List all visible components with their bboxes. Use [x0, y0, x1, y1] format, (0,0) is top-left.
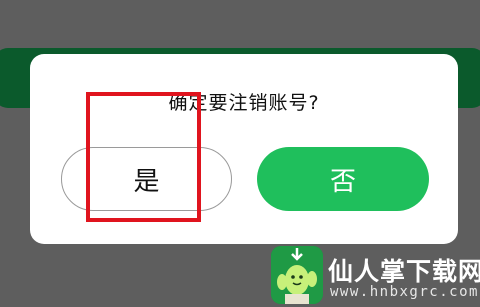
watermark: 仙人掌下载网 www.hnbxgrc.com [268, 246, 480, 307]
no-button[interactable]: 否 [257, 147, 429, 211]
confirm-dialog: 确定要注销账号? 是 否 [30, 54, 458, 244]
dialog-question: 确定要注销账号? [168, 92, 320, 114]
watermark-title: 仙人掌下载网 [328, 257, 480, 286]
yes-button[interactable]: 是 [61, 147, 232, 211]
watermark-url: www.hnbxgrc.com [330, 284, 479, 300]
cactus-icon [271, 246, 323, 304]
